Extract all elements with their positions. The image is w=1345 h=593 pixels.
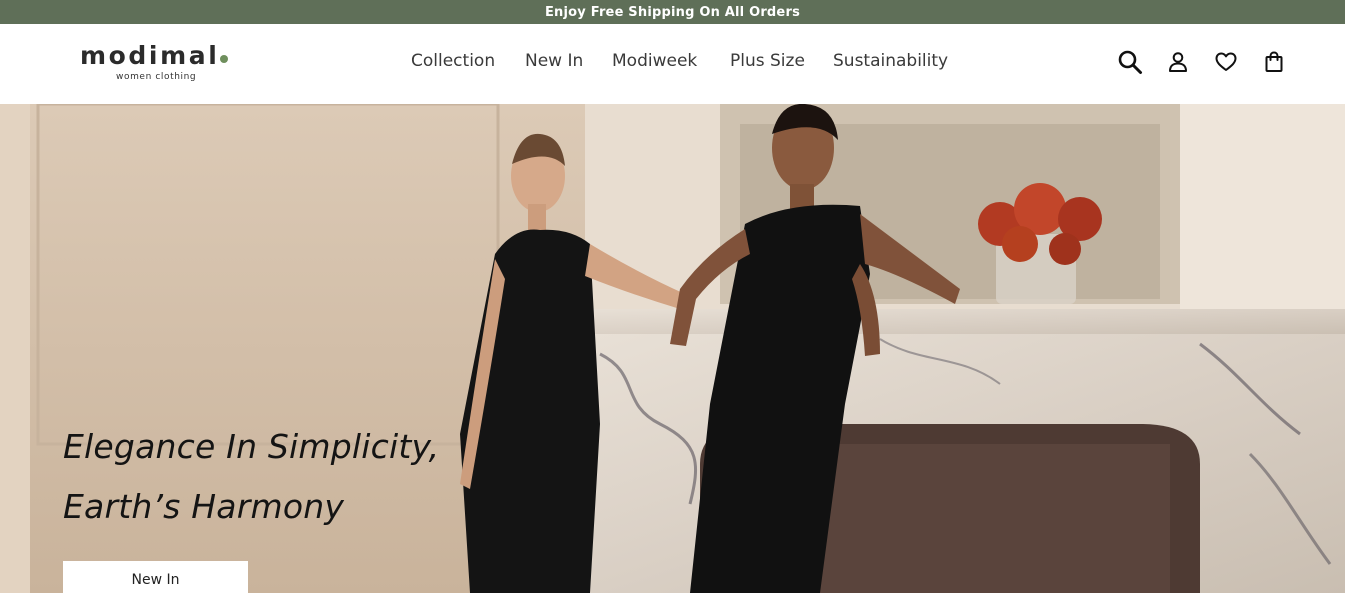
heart-icon[interactable]	[1212, 48, 1240, 76]
user-icon[interactable]	[1164, 48, 1192, 76]
hero-headline-line-1: Elegance In Simplicity,	[63, 427, 440, 466]
promo-text: Enjoy Free Shipping On All Orders	[544, 4, 801, 20]
nav-item-modiweek[interactable]: Modiweek	[612, 51, 697, 71]
site-header: modimal women clothing Collection New In…	[0, 24, 1345, 104]
nav-item-plus-size[interactable]: Plus Size	[730, 51, 805, 71]
nav-item-sustainability[interactable]: Sustainability	[833, 51, 948, 71]
header-actions	[1116, 48, 1296, 78]
nav-item-collection[interactable]: Collection	[411, 51, 495, 71]
shopping-bag-icon[interactable]	[1260, 48, 1288, 76]
new-in-button[interactable]: New In	[63, 561, 248, 593]
hero-banner: Elegance In Simplicity, Earth’s Harmony …	[0, 104, 1345, 593]
hero-headline: Elegance In Simplicity, Earth’s Harmony	[63, 417, 523, 537]
promo-banner: Enjoy Free Shipping On All Orders	[0, 0, 1345, 24]
search-icon[interactable]	[1116, 48, 1144, 76]
nav-item-new-in[interactable]: New In	[525, 51, 583, 71]
hero-headline-line-2: Earth’s Harmony	[63, 487, 345, 526]
